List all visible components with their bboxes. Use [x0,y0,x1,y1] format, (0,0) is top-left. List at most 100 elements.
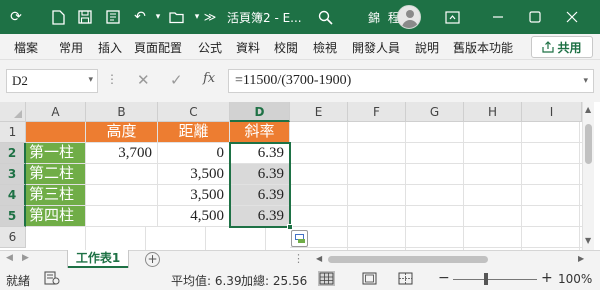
menu-help[interactable]: 說明 [415,39,439,56]
save-icon[interactable] [75,7,95,27]
empty-row-6-area[interactable] [26,227,290,250]
undo-icon[interactable]: ↶ [130,7,150,27]
vertical-scroll-thumb[interactable] [585,124,592,164]
minimize-icon[interactable] [488,7,508,27]
status-sum[interactable]: 加總: 25.56 [241,272,307,289]
sheet-tab-1[interactable]: 工作表1 [68,250,128,269]
column-header-i[interactable]: I [522,102,582,122]
next-sheet-icon[interactable]: ▶ [22,253,29,263]
cell-b4[interactable] [86,185,158,206]
menu-insert[interactable]: 插入 [98,39,122,56]
expand-formula-bar-icon[interactable]: ▾ [583,75,588,86]
cell-c1[interactable]: 距離 [158,122,230,143]
column-header-g[interactable]: G [406,102,464,122]
cell-c4[interactable]: 3,500 [158,185,230,206]
cell-d3[interactable]: 6.39 [230,164,290,185]
column-header-d[interactable]: D [230,102,290,122]
cell-c5[interactable]: 4,500 [158,206,230,227]
status-average[interactable]: 平均值: 6.39 [171,272,242,289]
scroll-right-icon[interactable]: ▶ [578,254,584,263]
row-header-2[interactable]: 2 [0,143,26,164]
quick-analysis-icon[interactable] [291,230,308,247]
add-sheet-button[interactable]: + [145,252,160,267]
cell-d1[interactable]: 斜率 [230,122,290,143]
cell-a2[interactable]: 第一柱 [26,143,86,164]
menu-developer[interactable]: 開發人員 [352,39,400,56]
empty-cells-area[interactable] [290,122,582,250]
print-preview-icon[interactable] [103,7,123,27]
share-button[interactable]: 共用 [531,36,593,58]
cell-d2[interactable]: 6.39 [230,143,290,164]
row-header-6[interactable]: 6 [0,227,26,248]
zoom-out-button[interactable]: − [438,270,450,286]
search-icon[interactable] [315,7,335,27]
row-header-3[interactable]: 3 [0,164,26,185]
tab-split-handle[interactable]: ⋮ [293,252,304,265]
column-header-a[interactable]: A [26,102,86,122]
row-header-5[interactable]: 5 [0,206,26,227]
zoom-in-button[interactable]: + [541,270,553,286]
user-avatar[interactable] [397,5,421,29]
cell-a5[interactable]: 第四柱 [26,206,86,227]
menu-formulas[interactable]: 公式 [198,39,222,56]
page-layout-view-icon[interactable] [361,271,378,286]
column-header-f[interactable]: F [348,102,406,122]
close-icon[interactable] [562,7,582,27]
undo-dropdown-icon[interactable]: ▾ [148,7,168,27]
zoom-level[interactable]: 100% [558,272,592,286]
menu-data[interactable]: 資料 [236,39,260,56]
cancel-entry-icon[interactable]: ✕ [137,71,150,89]
open-folder-icon[interactable] [167,7,187,27]
formula-input[interactable]: =11500/(3700-1900) ▾ [228,69,594,93]
cell-b1[interactable]: 高度 [86,122,158,143]
maximize-icon[interactable] [525,7,545,27]
column-header-h[interactable]: H [464,102,522,122]
menu-file[interactable]: 檔案 [14,39,38,56]
cell-d4[interactable]: 6.39 [230,185,290,206]
cell-b5[interactable] [86,206,158,227]
ribbon-display-icon[interactable] [442,7,462,27]
formula-bar-resize-handle[interactable]: ⋮ [106,72,118,86]
menu-home[interactable]: 常用 [59,39,83,56]
confirm-entry-icon[interactable]: ✓ [170,71,183,89]
menu-review[interactable]: 校閱 [274,39,298,56]
scroll-up-icon[interactable]: ▲ [585,105,591,114]
scroll-down-icon[interactable]: ▼ [585,236,591,245]
cell-d5[interactable]: 6.39 [230,206,290,227]
insert-function-icon[interactable]: fx [203,71,215,86]
cell-a4[interactable]: 第三柱 [26,185,86,206]
share-label: 共用 [557,40,582,55]
cell-c3[interactable]: 3,500 [158,164,230,185]
new-file-icon[interactable] [48,7,68,27]
cell-b3[interactable] [86,164,158,185]
select-all-button[interactable] [0,102,26,122]
formula-text: =11500/(3700-1900) [235,73,352,88]
name-box[interactable]: D2 ▾ [6,69,98,93]
prev-sheet-icon[interactable]: ◀ [6,253,13,263]
zoom-slider[interactable] [453,279,537,280]
horizontal-scroll-thumb[interactable] [328,256,488,263]
cell-b2[interactable]: 3,700 [86,143,158,164]
row-header-1[interactable]: 1 [0,122,26,143]
normal-view-icon[interactable] [318,271,335,286]
cell-a3[interactable]: 第二柱 [26,164,86,185]
horizontal-scrollbar[interactable]: ◀ ▶ [316,254,586,265]
cell-c2[interactable]: 0 [158,143,230,164]
scroll-left-icon[interactable]: ◀ [316,254,322,263]
zoom-slider-thumb[interactable] [484,273,488,285]
menu-view[interactable]: 檢視 [313,39,337,56]
document-title: 活頁簿2 - E... [227,11,302,25]
page-break-view-icon[interactable] [397,271,414,286]
column-header-b[interactable]: B [86,102,158,122]
column-header-e[interactable]: E [290,102,348,122]
customize-toolbar-icon[interactable]: ≫ [200,7,220,27]
worksheet-grid[interactable]: A B C D E F G H I 1 2 3 4 5 6 高度 距離 斜率 第… [0,102,600,250]
row-header-4[interactable]: 4 [0,185,26,206]
column-header-c[interactable]: C [158,102,230,122]
menu-legacy-features[interactable]: 舊版本功能 [453,39,513,56]
cell-a1[interactable] [26,122,86,143]
menu-page-layout[interactable]: 頁面配置 [134,39,182,56]
autosave-sync-icon[interactable]: ⟳ [6,7,26,27]
name-box-dropdown-icon[interactable]: ▾ [88,74,93,85]
vertical-scrollbar[interactable]: ▲ ▼ [582,102,594,250]
